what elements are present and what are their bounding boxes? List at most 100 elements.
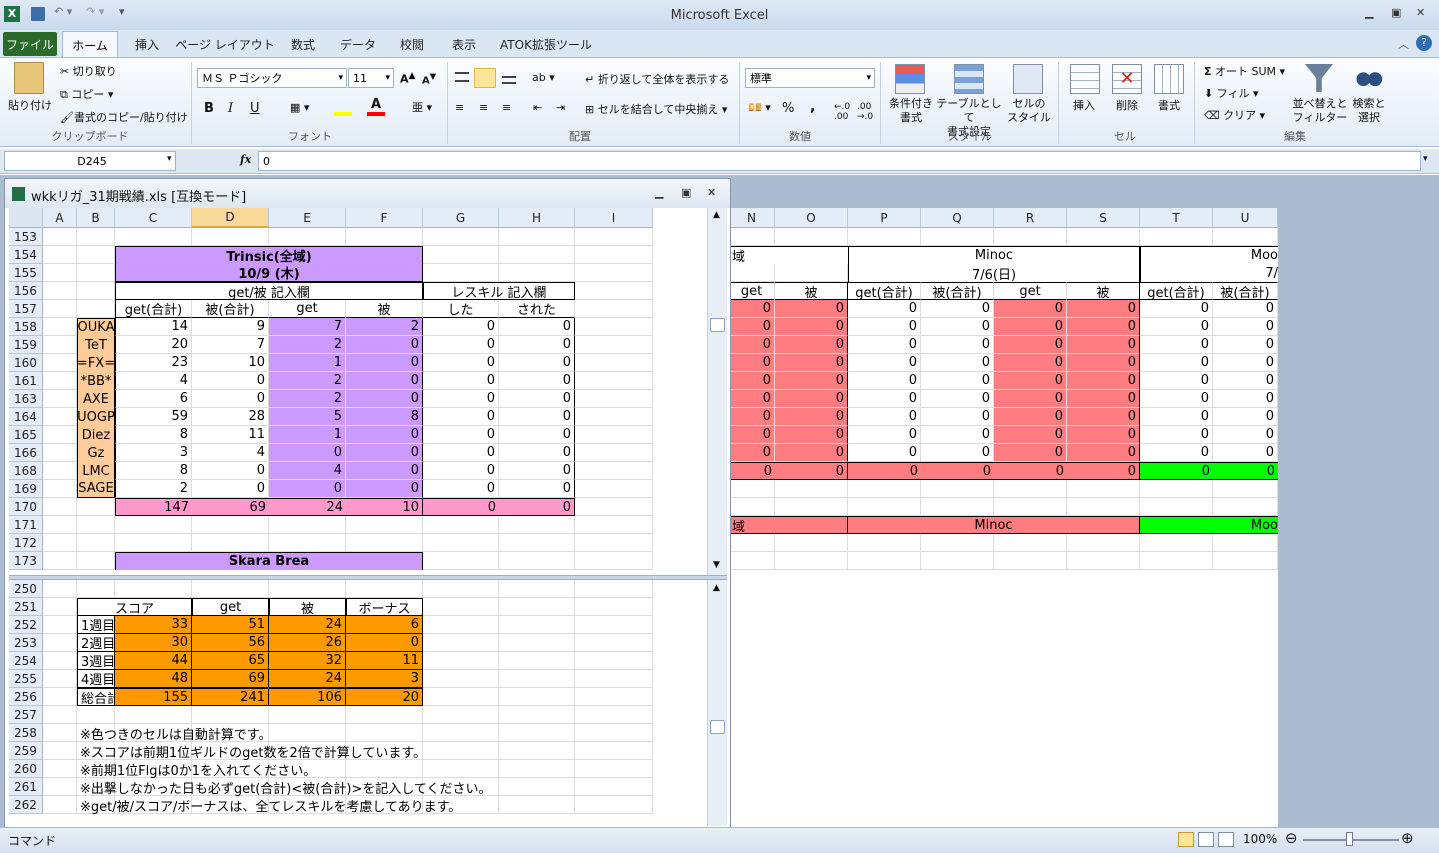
collapse-ribbon-icon[interactable]: ︿ xyxy=(1398,36,1409,52)
cell[interactable] xyxy=(729,534,775,552)
guild-name[interactable]: LMC xyxy=(77,462,115,480)
score-value[interactable]: 3 xyxy=(346,670,423,688)
top-vertical-scrollbar[interactable]: ▲ ▼ xyxy=(707,208,727,575)
cell[interactable] xyxy=(43,408,77,426)
cell[interactable] xyxy=(346,228,423,246)
cell[interactable] xyxy=(499,580,575,598)
score-value[interactable]: 106 xyxy=(269,688,346,706)
cell[interactable] xyxy=(43,318,77,336)
score-value[interactable]: 65 xyxy=(192,652,269,670)
guild-name[interactable]: *BB* xyxy=(77,372,115,390)
cell[interactable] xyxy=(575,670,653,688)
row-header[interactable]: 259 xyxy=(9,742,43,760)
cell[interactable] xyxy=(269,228,346,246)
increase-decimal-icon[interactable]: ←.0.00 xyxy=(834,102,850,122)
score-label[interactable]: 2週目 xyxy=(77,634,115,652)
guild-value[interactable]: 0 xyxy=(192,390,269,408)
cell[interactable] xyxy=(346,516,423,534)
data-cell[interactable]: 0 xyxy=(1067,408,1140,426)
cell[interactable] xyxy=(775,534,848,552)
format-as-table-icon[interactable] xyxy=(954,64,984,94)
fill-color-icon[interactable] xyxy=(334,112,352,116)
merge-center-button[interactable]: ⊞ セルを結合して中央揃え ▾ xyxy=(585,101,727,117)
cell[interactable] xyxy=(575,246,653,264)
cell[interactable] xyxy=(848,480,921,498)
column-header-p[interactable]: P xyxy=(848,208,921,228)
total-cell[interactable]: 0 xyxy=(1140,462,1213,480)
data-cell[interactable]: 0 xyxy=(1067,444,1140,462)
cell[interactable] xyxy=(43,778,77,796)
guild-value[interactable]: 0 xyxy=(423,390,499,408)
font-name-combo[interactable]: ＭＳ Ｐゴシック ▾ xyxy=(197,68,347,88)
clear-button[interactable]: ⌫ クリア ▾ xyxy=(1204,107,1265,123)
indent-decrease-icon[interactable]: ⇤ xyxy=(533,101,542,114)
cell[interactable] xyxy=(43,444,77,462)
sort-filter-button[interactable]: 並べ替えと フィルター xyxy=(1290,97,1350,125)
guild-value[interactable]: 0 xyxy=(192,462,269,480)
guild-value[interactable]: 0 xyxy=(346,444,423,462)
score-value[interactable]: 56 xyxy=(192,634,269,652)
data-cell[interactable]: 0 xyxy=(1140,408,1213,426)
data-cell[interactable]: 0 xyxy=(775,318,848,336)
data-cell[interactable]: 0 xyxy=(1213,336,1278,354)
cell[interactable] xyxy=(499,516,575,534)
data-cell[interactable]: 0 xyxy=(1140,300,1213,318)
row-header[interactable]: 262 xyxy=(9,796,43,814)
page-layout-view-icon[interactable] xyxy=(1198,832,1214,847)
guild-value[interactable]: 0 xyxy=(423,480,499,498)
data-cell[interactable]: 0 xyxy=(775,408,848,426)
cell[interactable] xyxy=(575,598,653,616)
column-header-h[interactable]: H xyxy=(499,208,575,228)
cell[interactable] xyxy=(848,228,921,246)
cell[interactable] xyxy=(1140,534,1213,552)
cell[interactable] xyxy=(77,552,115,570)
row-header[interactable]: 255 xyxy=(9,670,43,688)
cell[interactable] xyxy=(423,552,499,570)
cell[interactable] xyxy=(775,498,848,516)
row-header[interactable]: 153 xyxy=(9,228,43,246)
restore-icon[interactable]: ▣ xyxy=(681,186,691,199)
guild-value[interactable]: 0 xyxy=(346,354,423,372)
cell[interactable] xyxy=(1213,534,1278,552)
column-header-b[interactable]: B xyxy=(77,208,115,228)
restore-icon[interactable]: ▣ xyxy=(1391,6,1401,19)
cell[interactable] xyxy=(848,552,921,570)
data-cell[interactable]: 0 xyxy=(729,390,775,408)
orientation-icon[interactable]: ab ▾ xyxy=(532,71,555,84)
data-cell[interactable]: 0 xyxy=(729,318,775,336)
cell[interactable] xyxy=(921,480,994,498)
total-cell[interactable]: 0 xyxy=(1213,462,1278,480)
data-cell[interactable]: 0 xyxy=(775,426,848,444)
cell[interactable] xyxy=(729,480,775,498)
row-header[interactable]: 253 xyxy=(9,634,43,652)
fill-button[interactable]: ⬇ フィル ▾ xyxy=(1204,85,1259,101)
wrap-text-button[interactable]: ↵ 折り返して全体を表示する xyxy=(585,71,729,87)
score-value[interactable]: 51 xyxy=(192,616,269,634)
guild-value[interactable]: 14 xyxy=(115,318,192,336)
cell[interactable] xyxy=(423,688,499,706)
guild-name[interactable]: SAGE xyxy=(77,480,115,498)
total-cell[interactable]: 0 xyxy=(1067,462,1140,480)
cell[interactable] xyxy=(848,534,921,552)
guild-value[interactable]: 20 xyxy=(115,336,192,354)
tab-data[interactable]: データ xyxy=(338,33,378,55)
column-header-e[interactable]: E xyxy=(269,208,346,228)
cell[interactable] xyxy=(43,390,77,408)
score-value[interactable]: 30 xyxy=(115,634,192,652)
zoom-out-icon[interactable]: ⊖ xyxy=(1285,829,1298,847)
cell[interactable] xyxy=(43,796,77,814)
cell[interactable] xyxy=(921,228,994,246)
row-header[interactable]: 261 xyxy=(9,778,43,796)
scroll-down-icon[interactable]: ▼ xyxy=(713,560,720,570)
format-cells-icon[interactable] xyxy=(1154,64,1184,94)
cell[interactable] xyxy=(921,534,994,552)
guild-value[interactable]: 0 xyxy=(423,408,499,426)
cell[interactable] xyxy=(43,498,77,516)
zoom-in-icon[interactable]: ⊕ xyxy=(1401,829,1414,847)
align-right-icon[interactable]: ≡ xyxy=(502,101,511,114)
data-cell[interactable]: 0 xyxy=(1140,444,1213,462)
guild-value[interactable]: 0 xyxy=(499,444,575,462)
paste-icon[interactable] xyxy=(14,62,44,94)
score-value[interactable]: 24 xyxy=(269,670,346,688)
guild-value[interactable]: 2 xyxy=(269,372,346,390)
